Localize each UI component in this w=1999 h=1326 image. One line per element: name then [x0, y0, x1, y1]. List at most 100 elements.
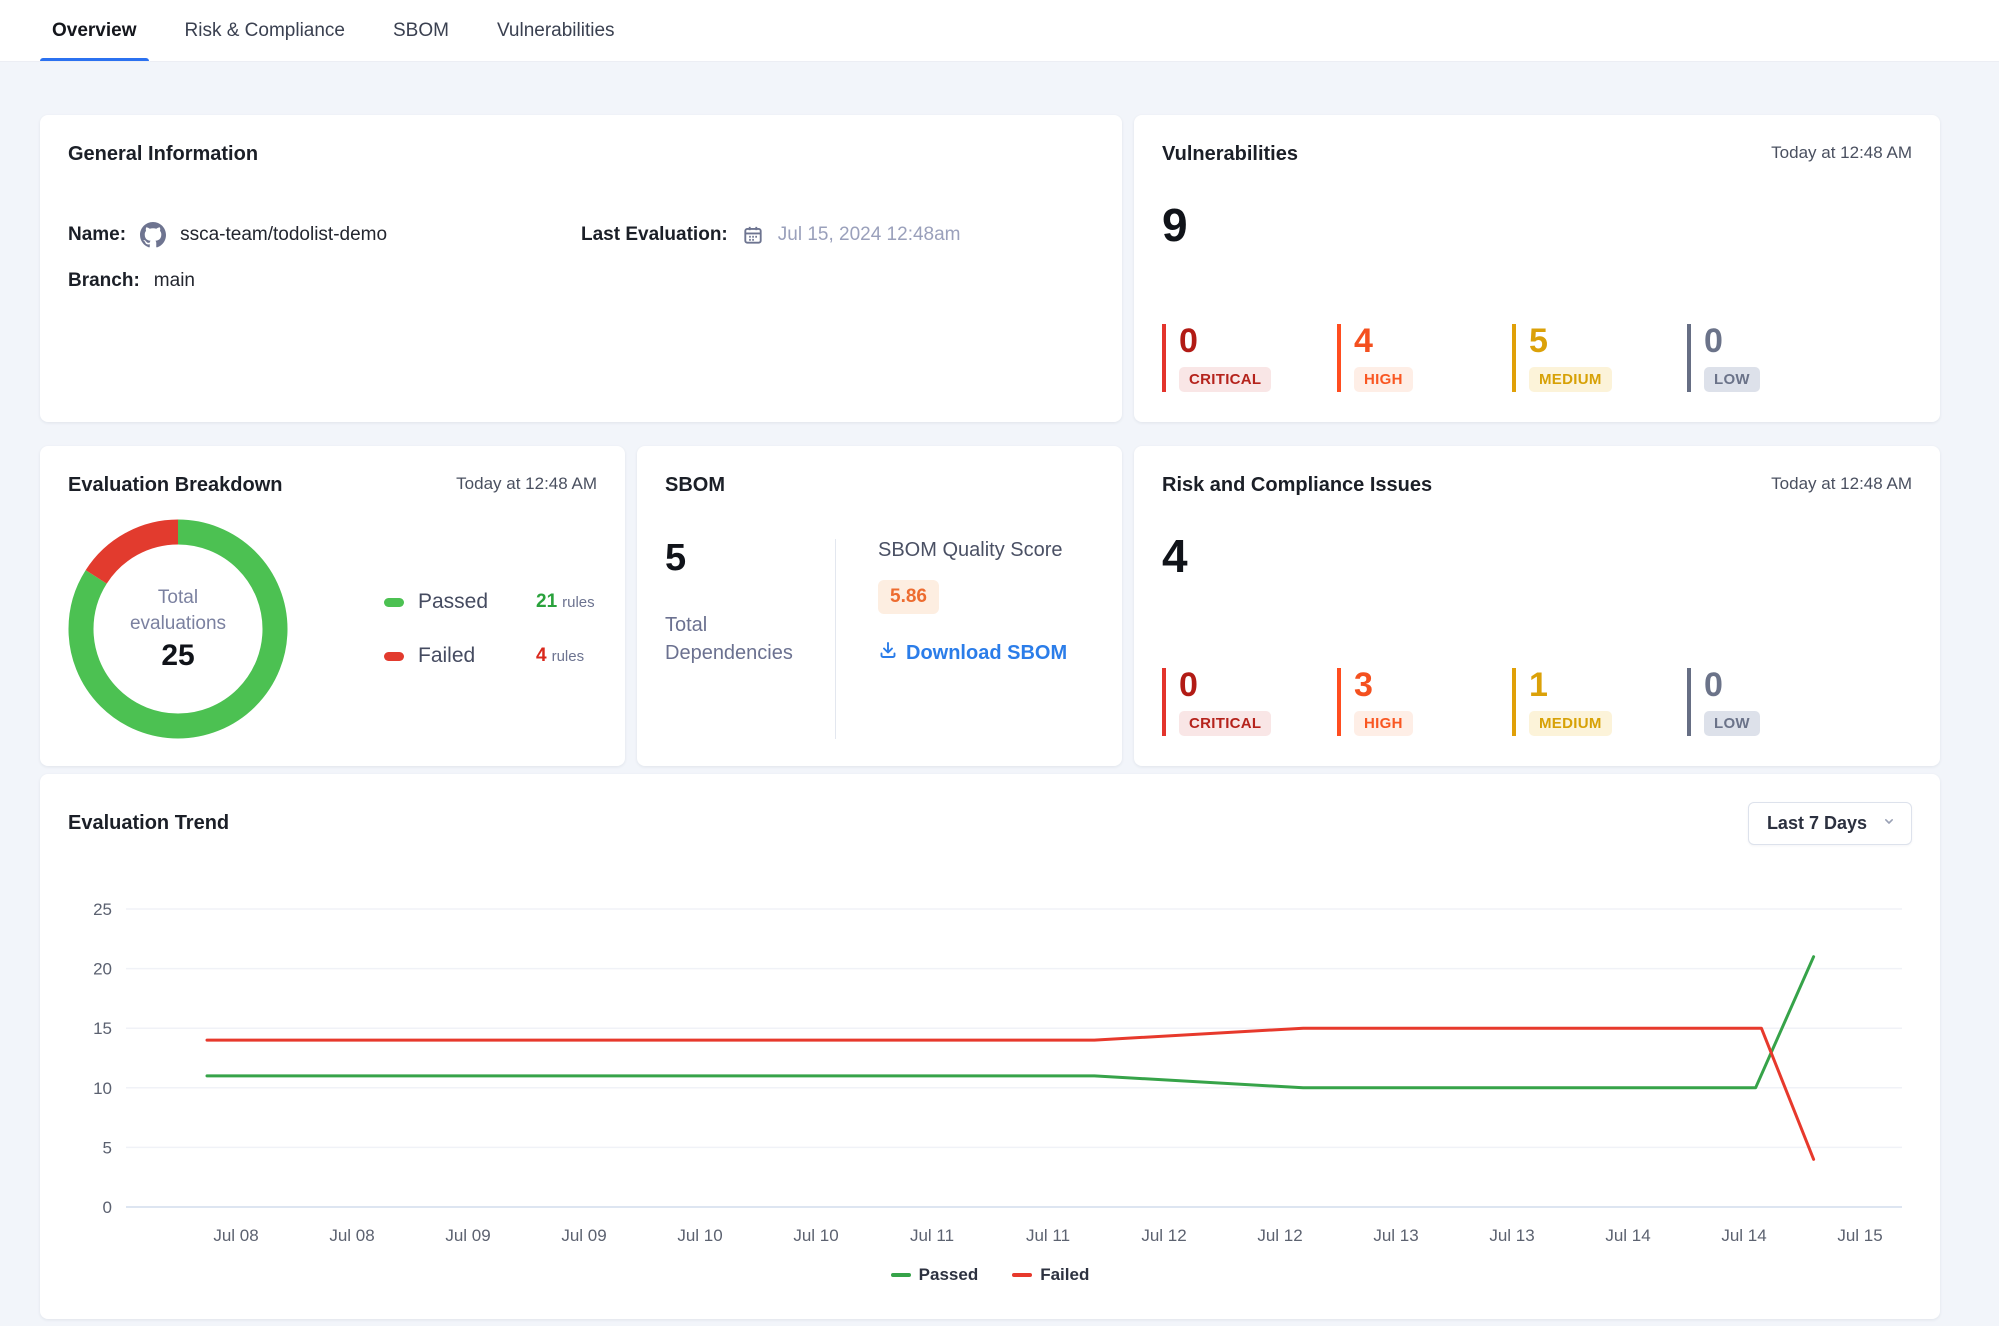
branch-label: Branch: — [68, 270, 140, 292]
download-sbom-label: Download SBOM — [906, 642, 1067, 665]
failed-swatch-icon — [384, 652, 404, 661]
last-evaluation-value: Jul 15, 2024 12:48am — [778, 224, 961, 246]
low-badge: LOW — [1704, 711, 1760, 736]
vuln-medium-count: 5 — [1529, 324, 1687, 358]
risk-critical-count: 0 — [1179, 668, 1337, 702]
calendar-icon — [742, 224, 764, 246]
branch-value: main — [154, 270, 195, 292]
svg-text:Jul 13: Jul 13 — [1489, 1226, 1534, 1245]
passed-line-swatch-icon — [891, 1273, 911, 1277]
risk-compliance-total: 4 — [1162, 533, 1912, 579]
evaluations-donut-chart: Total evaluations 25 — [68, 519, 288, 739]
svg-text:Jul 15: Jul 15 — [1837, 1226, 1882, 1245]
vuln-critical-item: 0 CRITICAL — [1162, 324, 1337, 392]
risk-compliance-severity-row: 0 CRITICAL 3 HIGH 1 MEDIUM 0 LOW — [1162, 668, 1912, 738]
high-badge: HIGH — [1354, 367, 1413, 392]
tab-sbom[interactable]: SBOM — [381, 0, 461, 61]
svg-text:Jul 09: Jul 09 — [561, 1226, 606, 1245]
tab-vulnerabilities[interactable]: Vulnerabilities — [485, 0, 627, 61]
passed-value: 21 — [536, 591, 557, 613]
date-range-dropdown[interactable]: Last 7 Days — [1748, 802, 1912, 845]
high-badge: HIGH — [1354, 711, 1413, 736]
sbom-card: SBOM 5 Total Dependencies SBOM Quality S… — [637, 446, 1122, 766]
svg-text:Jul 12: Jul 12 — [1257, 1226, 1302, 1245]
sbom-quality-score-value: 5.86 — [878, 580, 939, 614]
evaluation-trend-chart: 0510152025Jul 08Jul 08Jul 09Jul 09Jul 10… — [68, 889, 1904, 1257]
passed-swatch-icon — [384, 598, 404, 607]
svg-text:Jul 08: Jul 08 — [329, 1226, 374, 1245]
medium-badge: MEDIUM — [1529, 711, 1612, 736]
legend-row-passed: Passed 21 rules — [384, 590, 595, 614]
repo-name-value: ssca-team/todolist-demo — [180, 224, 387, 246]
svg-text:10: 10 — [93, 1079, 112, 1098]
sbom-quality-score-label: SBOM Quality Score — [878, 539, 1067, 562]
evaluation-breakdown-title: Evaluation Breakdown — [68, 474, 283, 497]
vulnerabilities-title: Vulnerabilities — [1162, 143, 1298, 166]
branch-field: Branch: main — [68, 270, 581, 292]
svg-text:Jul 10: Jul 10 — [793, 1226, 838, 1245]
vuln-high-count: 4 — [1354, 324, 1512, 358]
risk-medium-count: 1 — [1529, 668, 1687, 702]
risk-compliance-title: Risk and Compliance Issues — [1162, 474, 1432, 497]
vulnerabilities-severity-row: 0 CRITICAL 4 HIGH 5 MEDIUM 0 LOW — [1162, 324, 1912, 394]
svg-text:Jul 14: Jul 14 — [1605, 1226, 1650, 1245]
repo-name-field: Name: ssca-team/todolist-demo — [68, 222, 581, 248]
medium-badge: MEDIUM — [1529, 367, 1612, 392]
svg-text:Jul 13: Jul 13 — [1373, 1226, 1418, 1245]
low-badge: LOW — [1704, 367, 1760, 392]
svg-text:Jul 12: Jul 12 — [1141, 1226, 1186, 1245]
trend-legend-failed-label: Failed — [1040, 1265, 1089, 1285]
critical-badge: CRITICAL — [1179, 367, 1271, 392]
passed-label: Passed — [418, 590, 536, 614]
svg-text:5: 5 — [103, 1138, 112, 1157]
failed-line-swatch-icon — [1012, 1273, 1032, 1277]
risk-low-count: 0 — [1704, 668, 1862, 702]
risk-critical-item: 0 CRITICAL — [1162, 668, 1337, 736]
sbom-title: SBOM — [665, 474, 1094, 497]
vulnerabilities-total: 9 — [1162, 202, 1912, 248]
name-label: Name: — [68, 224, 126, 246]
general-information-title: General Information — [68, 143, 1094, 166]
failed-label: Failed — [418, 644, 536, 668]
failed-unit: rules — [552, 648, 585, 665]
svg-text:15: 15 — [93, 1019, 112, 1038]
total-dependencies-count: 5 — [665, 539, 835, 577]
donut-center-label: Total evaluations — [113, 585, 243, 636]
risk-high-count: 3 — [1354, 668, 1512, 702]
donut-center-total: 25 — [161, 639, 194, 673]
tab-bar: Overview Risk & Compliance SBOM Vulnerab… — [0, 0, 1999, 62]
vuln-low-count: 0 — [1704, 324, 1862, 358]
svg-text:Jul 09: Jul 09 — [445, 1226, 490, 1245]
svg-text:Jul 14: Jul 14 — [1721, 1226, 1766, 1245]
trend-legend-passed-label: Passed — [919, 1265, 979, 1285]
vuln-high-item: 4 HIGH — [1337, 324, 1512, 392]
date-range-value: Last 7 Days — [1767, 813, 1867, 834]
download-sbom-link[interactable]: Download SBOM — [878, 640, 1067, 666]
general-information-card: General Information Name: ssca-team/todo… — [40, 115, 1122, 422]
vulnerabilities-timestamp: Today at 12:48 AM — [1771, 143, 1912, 163]
dashboard-content: General Information Name: ssca-team/todo… — [40, 115, 1940, 1319]
sbom-divider — [835, 539, 836, 739]
svg-text:Jul 08: Jul 08 — [213, 1226, 258, 1245]
last-evaluation-label: Last Evaluation: — [581, 224, 728, 246]
tab-risk-compliance[interactable]: Risk & Compliance — [173, 0, 358, 61]
vuln-medium-item: 5 MEDIUM — [1512, 324, 1687, 392]
trend-chart-legend: Passed Failed — [68, 1265, 1912, 1285]
last-evaluation-field: Last Evaluation: Jul 15, 2024 12:48am — [581, 222, 1094, 248]
svg-text:Jul 11: Jul 11 — [910, 1226, 954, 1245]
evaluation-trend-title: Evaluation Trend — [68, 812, 229, 835]
svg-text:25: 25 — [93, 900, 112, 919]
download-icon — [878, 640, 898, 666]
critical-badge: CRITICAL — [1179, 711, 1271, 736]
evaluation-breakdown-timestamp: Today at 12:48 AM — [456, 474, 597, 494]
risk-compliance-card: Risk and Compliance Issues Today at 12:4… — [1134, 446, 1940, 766]
evaluation-breakdown-card: Evaluation Breakdown Today at 12:48 AM T… — [40, 446, 625, 766]
legend-row-failed: Failed 4 rules — [384, 644, 595, 668]
evaluation-trend-card: Evaluation Trend Last 7 Days 0510152025J… — [40, 774, 1940, 1319]
tab-overview[interactable]: Overview — [40, 0, 149, 61]
risk-medium-item: 1 MEDIUM — [1512, 668, 1687, 736]
risk-compliance-timestamp: Today at 12:48 AM — [1771, 474, 1912, 494]
svg-text:20: 20 — [93, 960, 112, 979]
github-icon — [140, 222, 166, 248]
failed-value: 4 — [536, 645, 547, 667]
